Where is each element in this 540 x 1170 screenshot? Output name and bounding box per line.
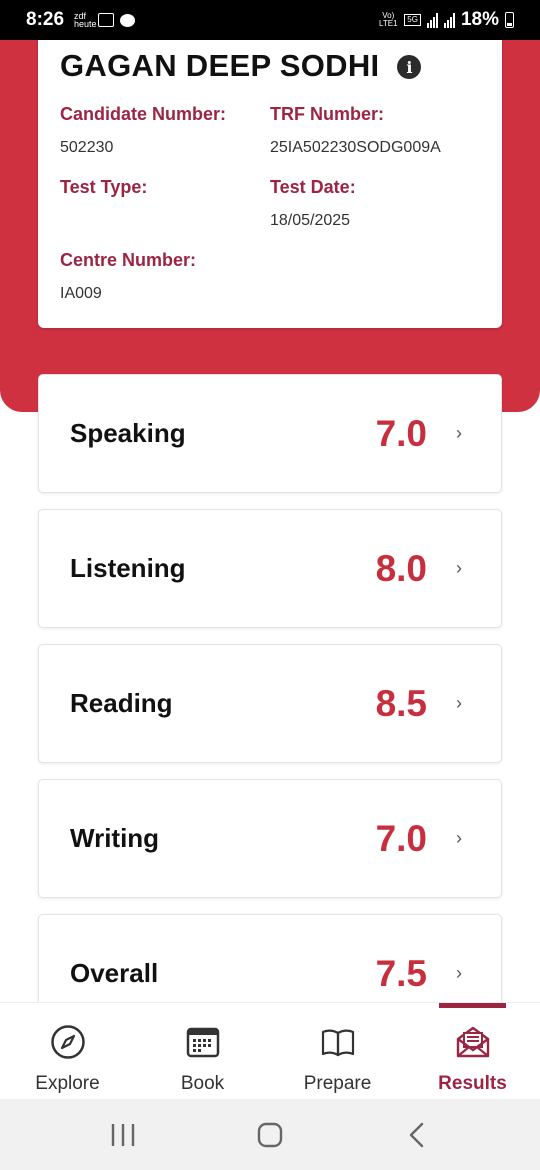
battery-percent: 18% — [460, 9, 499, 30]
volte-icon: Vo) LTE1 — [379, 11, 398, 28]
candidate-number-label: Candidate Number: — [60, 104, 227, 124]
test-date-label: Test Date: — [270, 177, 356, 197]
candidate-number-value: 502230 — [60, 139, 114, 156]
trf-number-value: 25IA502230SODG009A — [270, 139, 441, 156]
gallery-notification-icon — [98, 13, 115, 27]
bottom-nav: Explore Book Prepare Results — [0, 1002, 540, 1099]
candidate-info-card: GAGAN DEEP SODHI i Candidate Number: 502… — [38, 40, 502, 328]
centre-number-label: Centre Number: — [60, 250, 197, 270]
info-icon[interactable]: i — [397, 55, 422, 79]
test-date-field: Test Date: 18/05/2025 — [270, 177, 356, 230]
candidate-name-row: GAGAN DEEP SODHI i — [60, 48, 480, 84]
test-date-value: 18/05/2025 — [270, 212, 351, 229]
test-type-field: Test Type: — [60, 177, 147, 212]
news-notification-icon: zdf heute — [74, 11, 97, 29]
signal-icon-2 — [443, 12, 455, 28]
score-label: Listening — [70, 553, 186, 583]
recent-apps-icon[interactable] — [103, 1115, 143, 1155]
book-icon — [319, 1023, 357, 1061]
chevron-right-icon: › — [456, 693, 462, 713]
candidate-number-field: Candidate Number: 502230 — [60, 104, 226, 157]
nav-item-explore[interactable]: Explore — [0, 1003, 135, 1099]
status-time: 8:26 — [26, 9, 65, 30]
score-card-reading[interactable]: Reading 8.5 › — [38, 644, 502, 763]
chevron-right-icon: › — [456, 828, 462, 848]
chevron-right-icon: › — [456, 558, 462, 578]
battery-icon — [505, 12, 514, 28]
candidate-name: GAGAN DEEP SODHI — [60, 48, 380, 83]
back-icon[interactable] — [397, 1115, 437, 1155]
nav-label: Prepare — [303, 1073, 372, 1094]
nav-label: Results — [438, 1073, 507, 1094]
status-right: Vo) LTE1 5G 18% — [378, 9, 514, 31]
nav-label: Explore — [35, 1073, 100, 1094]
signal-icon-1 — [426, 12, 438, 28]
score-value: 7.5 — [375, 952, 427, 994]
score-label: Overall — [70, 958, 159, 988]
nav-item-book[interactable]: Book — [135, 1003, 270, 1099]
score-card-speaking[interactable]: Speaking 7.0 › — [38, 374, 502, 493]
score-card-writing[interactable]: Writing 7.0 › — [38, 779, 502, 898]
status-bar: 8:26 zdf heute Vo) LTE1 5G 18% — [0, 0, 540, 40]
5g-icon: 5G — [404, 14, 421, 26]
notification-icons: zdf heute — [74, 11, 136, 29]
score-value: 8.0 — [375, 547, 427, 589]
centre-number-field: Centre Number: IA009 — [60, 250, 196, 303]
compass-icon — [49, 1023, 87, 1061]
chevron-right-icon: › — [456, 423, 462, 443]
score-card-listening[interactable]: Listening 8.0 › — [38, 509, 502, 628]
score-label: Reading — [70, 688, 173, 718]
score-value: 7.0 — [375, 817, 427, 859]
centre-number-value: IA009 — [60, 285, 102, 302]
nav-item-prepare[interactable]: Prepare — [270, 1003, 405, 1099]
nav-item-results[interactable]: Results — [405, 1003, 540, 1099]
trf-number-field: TRF Number: 25IA502230SODG009A — [270, 104, 441, 157]
calendar-icon — [184, 1023, 222, 1061]
score-value: 7.0 — [375, 412, 427, 454]
score-value: 8.5 — [375, 682, 427, 724]
trf-number-label: TRF Number: — [270, 104, 384, 124]
home-icon[interactable] — [250, 1115, 290, 1155]
nav-label: Book — [180, 1073, 225, 1094]
system-nav-bar — [0, 1099, 540, 1170]
chat-notification-icon — [120, 13, 136, 27]
test-type-label: Test Type: — [60, 177, 148, 197]
chevron-right-icon: › — [456, 963, 462, 983]
score-label: Speaking — [70, 418, 186, 448]
envelope-icon — [454, 1023, 492, 1061]
score-label: Writing — [70, 823, 160, 853]
